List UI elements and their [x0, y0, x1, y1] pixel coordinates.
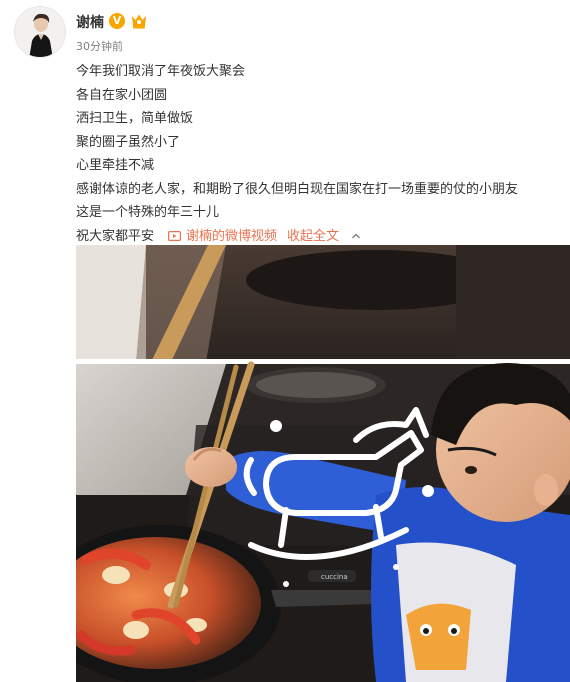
chevron-up-icon[interactable]: [351, 231, 361, 241]
post-line: 聚的圈子虽然小了: [76, 134, 181, 150]
member-crown-icon: [130, 12, 148, 30]
video-icon: [168, 231, 182, 242]
video-frame: cuccina: [76, 245, 570, 682]
avatar[interactable]: [14, 6, 66, 58]
username[interactable]: 谢楠: [76, 12, 104, 32]
post-line: 洒扫卫生，简单做饭: [76, 111, 194, 126]
post-timestamp[interactable]: 30分钟前: [76, 38, 123, 54]
post-line: 这是一个特殊的年三十儿: [76, 205, 220, 220]
verified-badge-icon: V: [109, 13, 125, 29]
avatar-photo: [15, 7, 65, 57]
post-line: 感谢体谅的老人家，和期盼了很久但明白现在国家在打一场重要的仗的小朋友: [76, 181, 519, 197]
pan-brand-text: cuccina: [321, 573, 348, 581]
post-line: 心里牵挂不减: [76, 158, 155, 173]
post-video[interactable]: cuccina: [76, 245, 570, 682]
post-line: 今年我们取消了年夜饭大聚会: [76, 64, 246, 79]
post-line: 各自在家小团圆: [76, 87, 168, 103]
post-body: 今年我们取消了年夜饭大聚会 各自在家小团圆 洒扫卫生，简单做饭 聚的圈子虽然小了…: [76, 60, 562, 248]
